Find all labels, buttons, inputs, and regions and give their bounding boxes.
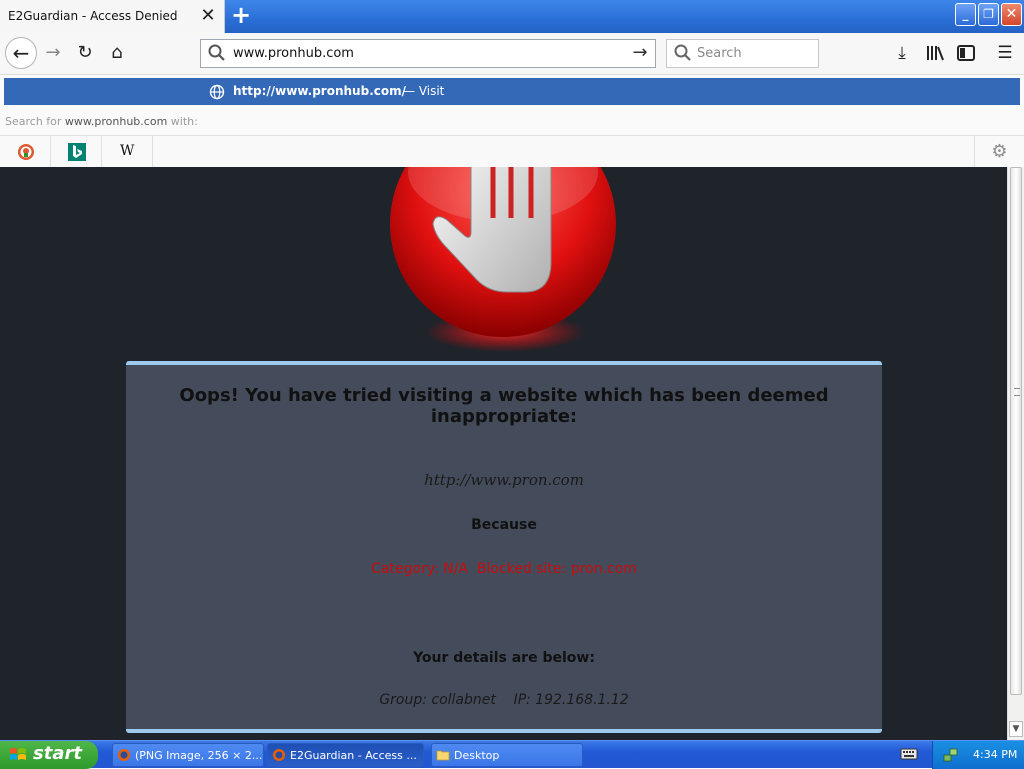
window-close-button[interactable]: ✕	[1001, 3, 1022, 26]
page-headline: Oops! You have tried visiting a website …	[179, 385, 829, 427]
because-label: Because	[471, 517, 537, 533]
vertical-scrollbar[interactable]: ▼	[1007, 167, 1024, 740]
search-for-label: Search for www.pronhub.com with:	[5, 115, 198, 128]
taskbar-item-label: E2Guardian - Access ...	[290, 749, 417, 762]
home-button[interactable]: ⌂	[102, 38, 132, 68]
search-for-prefix: Search for	[5, 115, 62, 128]
search-for-term: www.pronhub.com	[64, 115, 168, 128]
forward-button[interactable]: →	[38, 38, 68, 68]
taskbar-item-png-image[interactable]: (PNG Image, 256 × 2...	[112, 743, 264, 767]
tab-close-icon[interactable]: ✕	[198, 5, 218, 27]
url-input[interactable]: www.pronhub.com	[233, 46, 354, 61]
start-button[interactable]: start	[0, 741, 98, 769]
navigation-toolbar: ← → ↻ ⌂ www.pronhub.com → Search ⤓ ☰	[0, 33, 1024, 75]
suggestion-action: — Visit	[403, 84, 445, 98]
url-suggestions-popup: http://www.pronhub.com/ — Visit Search f…	[0, 75, 1024, 167]
stop-hand-icon	[390, 167, 616, 352]
search-icon	[674, 44, 691, 61]
engine-wikipedia[interactable]: W	[102, 136, 153, 167]
hamburger-menu-icon[interactable]: ☰	[991, 39, 1019, 67]
page-content: Oops! You have tried visiting a website …	[0, 167, 1007, 740]
scroll-down-arrow-icon[interactable]: ▼	[1009, 721, 1023, 737]
taskbar-item-desktop[interactable]: Desktop	[431, 743, 583, 767]
keyboard-icon[interactable]	[900, 747, 918, 761]
tab-title: E2Guardian - Access Denied	[8, 9, 178, 23]
search-for-suffix: with:	[170, 115, 198, 128]
window-restore-button[interactable]: ❐	[978, 3, 999, 26]
search-icon	[208, 44, 225, 61]
title-bar: E2Guardian - Access Denied ✕ + _ ❐ ✕	[0, 0, 1024, 33]
folder-icon	[436, 750, 450, 761]
taskbar-item-label: Desktop	[454, 749, 500, 762]
reload-button[interactable]: ↻	[70, 38, 100, 68]
engine-duckduckgo[interactable]	[0, 136, 51, 167]
library-icon[interactable]	[921, 39, 949, 67]
taskbar-item-e2guardian[interactable]: E2Guardian - Access ...	[267, 743, 424, 767]
tab-active[interactable]: E2Guardian - Access Denied ✕	[0, 0, 225, 33]
firefox-icon	[273, 749, 285, 761]
search-input[interactable]: Search	[697, 46, 742, 61]
blocked-url: http://www.pron.com	[424, 471, 584, 489]
firefox-icon	[118, 749, 130, 761]
taskbar: start (PNG Image, 256 × 2... E2Guardian …	[0, 740, 1024, 769]
new-tab-icon[interactable]: +	[229, 3, 253, 28]
user-details: Group: collabnet IP: 192.168.1.12	[379, 692, 629, 708]
details-heading: Your details are below:	[413, 650, 595, 666]
back-button[interactable]: ←	[5, 37, 37, 69]
download-icon[interactable]: ⤓	[888, 39, 916, 67]
scrollbar-grip	[1014, 388, 1020, 396]
window-minimize-button[interactable]: _	[955, 3, 976, 26]
wikipedia-icon: W	[120, 143, 135, 159]
engine-bing[interactable]	[51, 136, 102, 167]
duckduckgo-icon	[18, 144, 34, 160]
block-reason: Category: N/A Blocked site: pron.com	[371, 561, 637, 577]
taskbar-item-label: (PNG Image, 256 × 2...	[135, 749, 263, 762]
search-engines-row: W ⚙	[0, 135, 1024, 167]
suggestion-url: http://www.pronhub.com/	[233, 84, 406, 98]
globe-icon	[209, 84, 225, 100]
suggestion-row[interactable]: http://www.pronhub.com/ — Visit	[4, 78, 1020, 105]
url-bar[interactable]: www.pronhub.com →	[200, 39, 656, 68]
start-label: start	[33, 743, 82, 764]
clock: 4:34 PM	[973, 748, 1018, 761]
access-denied-panel: Oops! You have tried visiting a website …	[126, 361, 882, 733]
system-tray: 4:34 PM	[932, 741, 1024, 769]
scrollbar-thumb[interactable]	[1010, 167, 1022, 695]
windows-logo-icon	[10, 748, 26, 760]
search-bar[interactable]: Search	[666, 39, 819, 68]
bing-icon	[68, 143, 86, 161]
go-arrow-icon[interactable]: →	[629, 42, 651, 64]
network-icon[interactable]	[943, 747, 959, 763]
search-settings-gear-icon[interactable]: ⚙	[974, 136, 1024, 167]
sidebar-icon[interactable]	[952, 39, 980, 67]
